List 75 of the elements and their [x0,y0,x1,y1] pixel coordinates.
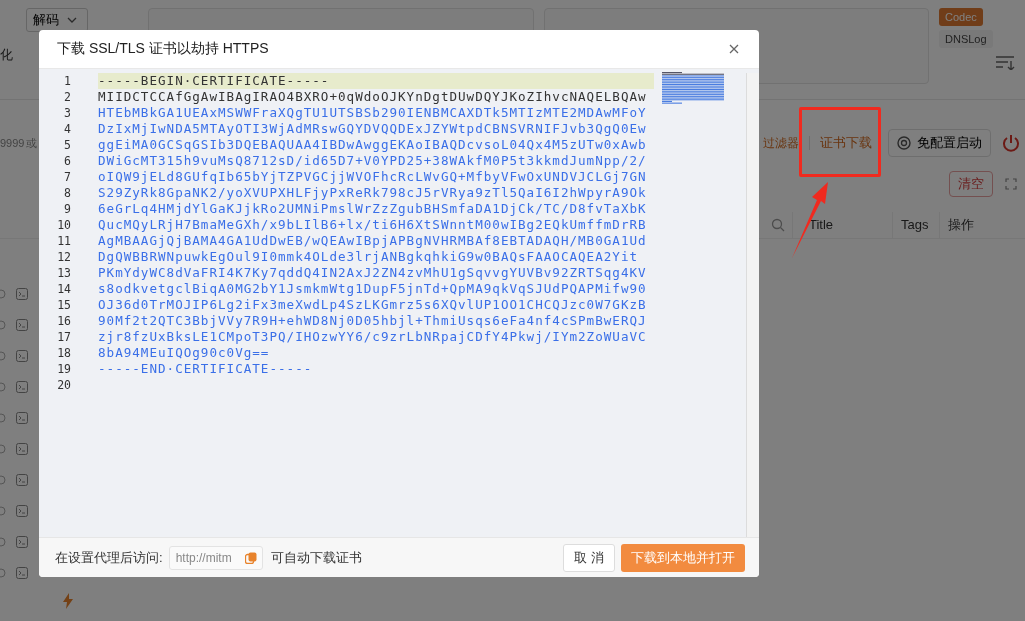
close-button[interactable] [727,42,741,56]
terminal-icon [16,536,28,548]
tool-tab[interactable]: Codec [939,8,983,26]
line-number: 20 [56,378,71,392]
line-number: 5 [63,138,71,152]
terminal-icon [16,381,28,393]
scrollbar-track[interactable] [746,73,759,537]
code-line: -----END·CERTIFICATE----- [98,361,314,377]
code-line: 6eGrLq4HMjdYlGaKJjkRo2UMNiPmslWrZzZgubBHSmfaDA1DjCk/TC/D8fvTaXbK [98,201,648,217]
download-open-button[interactable]: 下载到本地并打开 [621,543,745,572]
column-header[interactable]: Tags [892,212,939,238]
line-number: 19 [56,362,71,376]
expand-icon [1005,178,1017,190]
code-line: 90Mf2t2QTC3BbjVVy7R9H+ehWD8Nj0D05hbjl+ThmiUsqs6eFa4nf4cSPmBwERQJ [98,313,648,329]
url-field[interactable]: http://mitm [168,545,263,570]
code-line: 8bA94MEuIQOg90c0Vg== [98,345,271,361]
terminal-icon [16,443,28,455]
text-fragment: 化 [0,46,13,64]
line-number: 2 [63,90,71,104]
clear-button[interactable]: 清空 [949,171,993,197]
code-line: OJ36d0TrMOJIP6Lg2iFx3meXwdLp4SzLKGmrz5s6XQvlUP1OO1CHCQJzc0W7GKzB [98,297,648,313]
line-number: 13 [56,266,71,280]
filter-link[interactable]: 过滤器 [763,134,799,152]
copy-icon [244,551,257,564]
line-number: 9 [63,202,71,216]
code-line: MIIDCTCCAfGgAwIBAgIRAO4BXRO+0qWdoOJKYnDgtDUwDQYJKoZIhvcNAQELBQAw [98,89,648,105]
line-number: 15 [56,298,71,312]
line-number: 8 [63,186,71,200]
line-number: 16 [56,314,71,328]
line-number: 3 [63,106,71,120]
code-line: DgQWBBRWNpuwkEgOul9I0mmk4OLde3lrjANBgkqhkiG9w0BAQsFAAOCAQEA2Yit [98,249,640,265]
terminal-icon [16,319,28,331]
code-line: oIQW9jELd8GUfqIb65bYjTZPVGCjjWVOFhcRcLWvGQ+MfbyVFwOxUNDVJCLGj7GN [98,169,648,185]
line-number: 18 [56,346,71,360]
auto-download-text: 可自动下载证书 [270,548,362,567]
launch-button[interactable]: 免配置启动 [888,129,991,157]
line-number: 17 [56,330,71,344]
cert-download-link[interactable]: 证书下载 [820,134,872,152]
terminal-icon [16,288,28,300]
terminal-icon [16,474,28,486]
code-line: HTEbMBkGA1UEAxMSWWFraXQgTU1UTSBSb290IENBMCAXDTk5MTIzMTE2MDAwMFoY [98,105,648,121]
line-number: 14 [56,282,71,296]
line-number: 11 [56,234,71,248]
decode-select[interactable]: 解码 [26,8,88,32]
access-label: 在设置代理后访问: [55,548,163,567]
code-line: S29ZyRk8GpaNK2/yoXVUPXHLFjyPxReRk798cJ5rVRya9zTl5QaI6I2hWpyrA9Ok [98,185,648,201]
line-number: 4 [63,122,71,136]
code-line: ggEiMA0GCSqGSIb3DQEBAQUAA4IBDwAwggEKAoIBAQDcvsoL04Qx4M5zUTw0xAwb [98,137,648,153]
terminal-icon [16,350,28,362]
code-line: s8odkvetgclBiqA0MG2bY1JsmkmWtg1DupF5jnTd+QpMA9qkVqSJUdPQAPMifw90 [98,281,648,297]
line-number: 7 [63,170,71,184]
code-line: DWiGcMT315h9vuMsQ8712sD/id65D7+V0YPD25+38WAkfM0P5t3kkmdJumNpp/2/ [98,153,648,169]
close-icon [729,44,739,54]
code-line: DzIxMjIwNDA5MTAyOTI3WjAdMRswGQYDVQQDExJZYWtpdCBNSVRNIFJvb3QgQ0Ew [98,121,648,137]
chevron-down-icon [67,17,77,23]
tool-tab[interactable]: DNSLog [939,30,993,48]
code-line: zjr8fzUxBksLE1CMpoT3PQ/IHOzwYY6/c9zrLbNRpajCDfY4Pkwj/IYm2ZoWUaVC [98,329,648,345]
column-header[interactable]: 操作 [939,212,999,238]
line-number: 6 [63,154,71,168]
sort-icon [995,54,1015,70]
code-line: PKmYdyWC8dVaFRI4K7Ky7qddQ4IN2AxJ2ZN4zvMhU1gSqvvgYUVBv92ZRTSqg4KV [98,265,648,281]
dialog-title: 下载 SSL/TLS 证书以劫持 HTTPS [57,40,269,58]
line-number: 10 [56,218,71,232]
chrome-icon [897,136,911,150]
cancel-button[interactable]: 取 消 [563,543,615,572]
code-line: AgMBAAGjQjBAMA4GA1UdDwEB/wQEAwIBpjAPBgNVHRMBAf8EBTADAQH/MB0GA1Ud [98,233,648,249]
lightning-icon [62,593,74,609]
line-number: 12 [56,250,71,264]
power-icon [1001,133,1021,153]
code-line: QucMQyLRjH7BmaMeGXh/x9bLIlB6+lx/ti6H6XtSWnntM00wIBg2EQkUmffmDrRB [98,217,648,233]
minimap-drawing [661,71,727,106]
terminal-icon [16,505,28,517]
terminal-icon [16,567,28,579]
terminal-icon [16,412,28,424]
line-number: 1 [63,74,71,88]
